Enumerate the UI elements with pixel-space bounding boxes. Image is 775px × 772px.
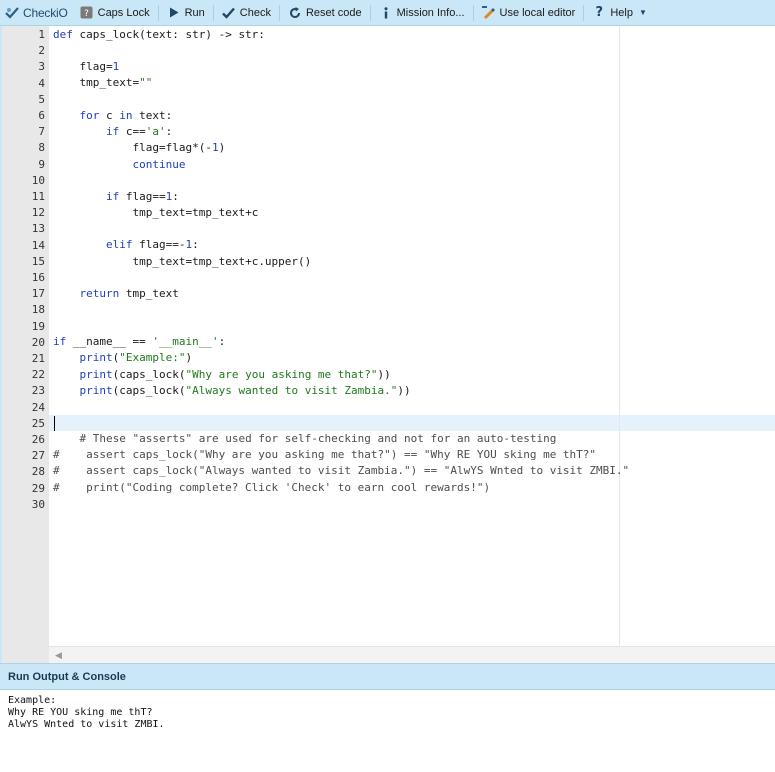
console-line: Example: (8, 695, 57, 706)
code-line-6: for c in text: (79, 109, 173, 122)
line-number: 17 (31, 287, 45, 301)
code-line-3: flag=1 (79, 60, 120, 73)
toolbar-divider (583, 4, 585, 21)
check-button[interactable]: Check (222, 0, 271, 26)
line-number: 25 (31, 416, 45, 430)
caps-lock-mission-button[interactable]: ? Caps Lock (80, 0, 150, 26)
code-line-12: tmp_text=tmp_text+c (132, 206, 259, 219)
toolbar-divider (278, 4, 280, 21)
console-line: Why RE YOU sking me thT? (8, 707, 153, 718)
checkio-logo-icon (5, 6, 19, 20)
line-number: 15 (31, 254, 45, 268)
line-number: 21 (31, 352, 45, 365)
code-line-21: print("Example:") (79, 351, 193, 364)
play-icon (167, 6, 181, 20)
line-number: 26 (31, 433, 45, 446)
line-number: 5 (38, 92, 45, 106)
reset-icon (288, 6, 302, 20)
use-local-editor-button[interactable]: Use local editor (482, 0, 576, 26)
code-line-4: tmp_text="" (79, 76, 153, 89)
line-number: 7 (38, 125, 45, 139)
code-line-29: # print("Coding complete? Click 'Check' … (53, 481, 491, 494)
help-dropdown[interactable]: ? Help ▼ (592, 0, 647, 26)
chevron-down-icon: ▼ (638, 8, 647, 17)
code-line-14: elif flag==-1: (105, 238, 199, 251)
code-line-28: # assert caps_lock("Always wanted to vis… (53, 464, 630, 477)
line-number: 1 (38, 28, 45, 41)
check-label: Check (239, 6, 271, 19)
line-number: 20 (31, 335, 45, 349)
code-line-27: # assert caps_lock("Why are you asking m… (53, 448, 597, 461)
line-number: 18 (31, 303, 45, 317)
line-number: 19 (31, 319, 45, 333)
horizontal-scrollbar[interactable]: ◀ (49, 646, 775, 663)
scroll-left-icon[interactable]: ◀ (55, 650, 62, 661)
line-number: 27 (31, 449, 45, 463)
run-button[interactable]: Run (167, 0, 205, 26)
code-area[interactable]: def caps_lock(text: str) -> str: flag=1 … (49, 26, 775, 663)
svg-text:?: ? (84, 9, 89, 19)
code-line-15: tmp_text=tmp_text+c.upper() (132, 255, 312, 268)
use-local-editor-label: Use local editor (499, 6, 576, 19)
line-number: 14 (31, 238, 45, 252)
logo-text: CheckiO (23, 5, 68, 20)
toolbar-divider (157, 4, 159, 21)
line-number: 11 (31, 190, 45, 203)
code-line-23: print(caps_lock("Always wanted to visit … (79, 384, 411, 397)
console-output[interactable]: Example: Why RE YOU sking me thT? AlwYS … (0, 690, 775, 772)
toolbar: CheckiO ? Caps Lock Run Check Reset code… (0, 0, 775, 26)
line-number: 28 (31, 465, 45, 479)
line-number: 30 (31, 497, 45, 511)
line-number: 24 (31, 400, 45, 414)
line-number: 12 (31, 206, 45, 220)
run-label: Run (184, 6, 205, 19)
mission-info-label: Mission Info... (396, 6, 465, 19)
check-icon (222, 6, 236, 20)
code-line-9: continue (132, 158, 186, 171)
line-number: 4 (38, 76, 45, 90)
reset-code-button[interactable]: Reset code (288, 0, 362, 26)
reset-code-label: Reset code (305, 6, 362, 19)
line-number: 22 (31, 368, 45, 382)
code-editor[interactable]: 1 2 3 4 5 6 7 8 9 10 11 12 13 14 15 16 17 18 19 20 21 22 23 24 2… (0, 26, 775, 663)
line-number: 2 (38, 44, 45, 58)
line-number: 13 (31, 222, 45, 236)
code-line-20: if __name__ == '__main__': (53, 335, 226, 348)
mission-info-button[interactable]: Mission Info... (379, 0, 465, 26)
code-line-8: flag=flag*(-1) (132, 141, 226, 154)
line-number: 6 (38, 109, 45, 122)
code-line-1: def caps_lock(text: str) -> str: (53, 28, 265, 41)
text-cursor (54, 416, 55, 431)
line-number: 29 (31, 481, 45, 495)
help-icon: ? (595, 5, 604, 20)
line-number: 10 (31, 173, 45, 187)
mission-icon: ? (80, 6, 94, 20)
code-line-22: print(caps_lock("Why are you asking me t… (79, 368, 391, 381)
console-title: Run Output & Console (8, 671, 126, 683)
code-line-17: return tmp_text (79, 287, 179, 300)
toolbar-divider (369, 4, 371, 21)
line-number: 23 (31, 384, 45, 398)
toolbar-divider (212, 4, 214, 21)
code-line-7: if c=='a': (105, 125, 173, 138)
help-label: Help (610, 6, 633, 19)
line-number: 3 (38, 60, 45, 74)
console-line: AlwYS Wnted to visit ZMBI. (8, 719, 165, 730)
line-number: 8 (38, 141, 45, 155)
local-editor-icon (482, 6, 496, 20)
caps-lock-label: Caps Lock (97, 6, 150, 19)
code-line-11: if flag==1: (105, 190, 179, 203)
line-number: 9 (38, 157, 45, 171)
info-icon (379, 6, 393, 20)
checkio-logo[interactable]: CheckiO (0, 0, 68, 26)
console-header: Run Output & Console (0, 663, 775, 690)
line-number: 16 (31, 271, 45, 284)
code-line-26: # These "asserts" are used for self-chec… (79, 432, 557, 445)
toolbar-divider (472, 4, 474, 21)
